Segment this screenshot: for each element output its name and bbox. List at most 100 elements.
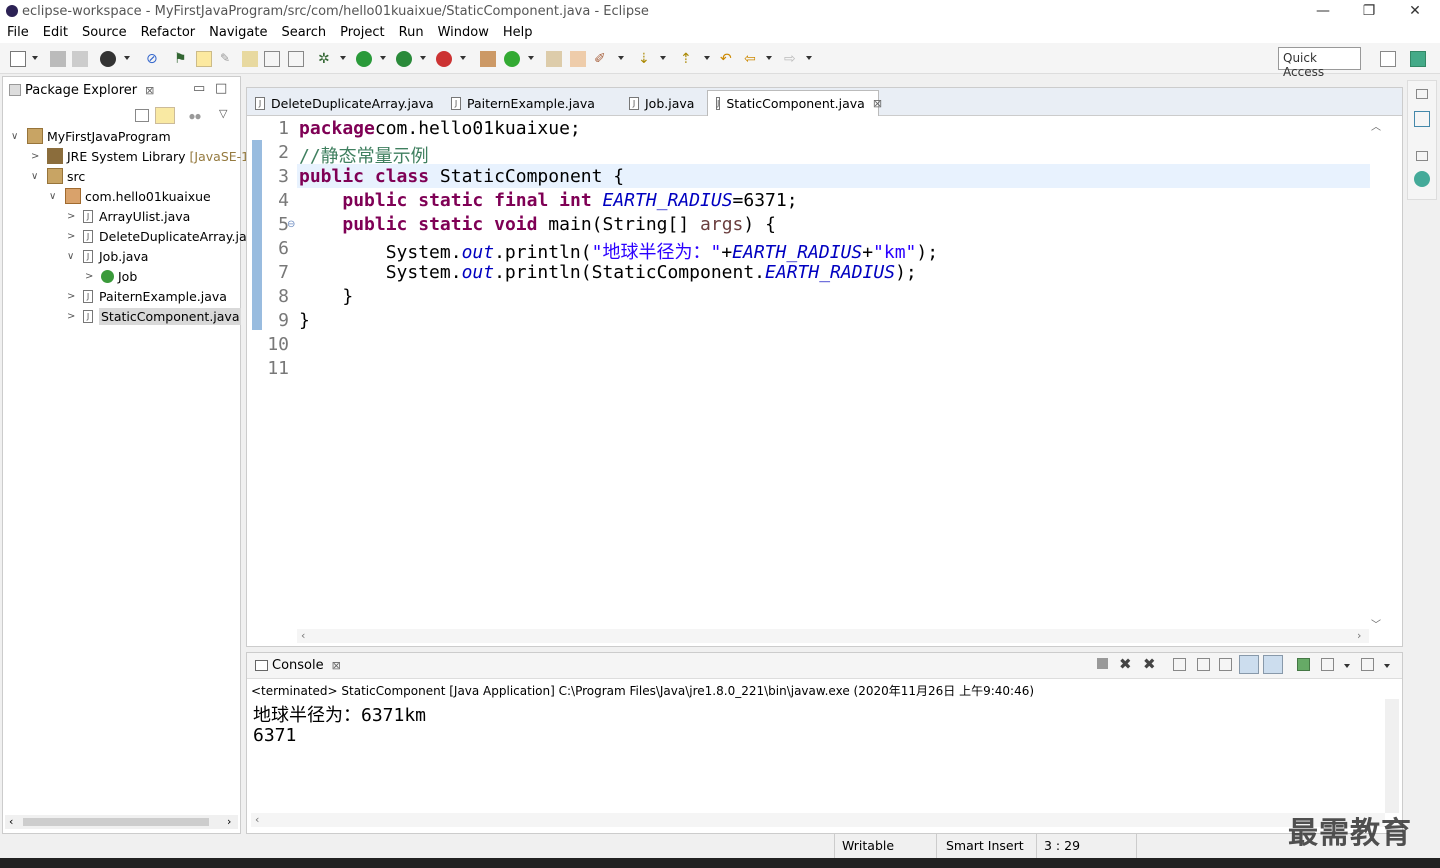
- chevron-down-icon[interactable]: [1384, 664, 1390, 668]
- search-icon[interactable]: ✐: [594, 51, 610, 67]
- scroll-lock-icon[interactable]: [1197, 658, 1210, 671]
- clear-console-icon[interactable]: [1173, 658, 1186, 671]
- show-on-stdout-icon[interactable]: [1239, 655, 1259, 674]
- tab-job[interactable]: J Job.java: [621, 90, 707, 116]
- tree-item-staticcomponent[interactable]: > J StaticComponent.java: [67, 306, 242, 326]
- show-on-stderr-icon[interactable]: [1263, 655, 1283, 674]
- collapse-all-icon[interactable]: [135, 109, 149, 122]
- console-horizontal-scrollbar[interactable]: ‹: [251, 813, 1385, 827]
- chevron-down-icon[interactable]: [340, 56, 346, 60]
- new-icon[interactable]: [10, 51, 26, 67]
- code-line[interactable]: public static void main(String[] args) {: [299, 214, 776, 235]
- minimize-view-icon[interactable]: ▭: [193, 81, 205, 96]
- code-line[interactable]: public static final int EARTH_RADIUS=637…: [299, 190, 797, 211]
- open-perspective-icon[interactable]: [1380, 51, 1396, 67]
- chevron-down-icon[interactable]: [124, 56, 130, 60]
- tree-item-src[interactable]: ∨ src: [31, 166, 85, 186]
- block-select-icon[interactable]: [288, 51, 304, 67]
- console-vertical-scrollbar[interactable]: [1385, 699, 1399, 813]
- chevron-down-icon[interactable]: [1344, 664, 1350, 668]
- view-menu-icon[interactable]: ⦁⦁: [189, 109, 201, 124]
- code-line[interactable]: //静态常量示例: [299, 142, 429, 168]
- menu-help[interactable]: Help: [496, 25, 540, 40]
- vertical-scrollbar[interactable]: ︿ ﹀: [1371, 118, 1385, 631]
- save-icon[interactable]: [50, 51, 66, 67]
- remove-launch-icon[interactable]: ✖: [1119, 655, 1132, 673]
- close-tab-icon[interactable]: ⊠: [873, 97, 882, 110]
- new-package-icon[interactable]: [480, 51, 496, 67]
- chevron-down-icon[interactable]: [380, 56, 386, 60]
- scroll-left-icon[interactable]: ‹: [255, 813, 259, 826]
- restore-button[interactable]: ❐: [1346, 0, 1392, 22]
- word-wrap-icon[interactable]: [1219, 658, 1232, 671]
- code-line[interactable]: }: [299, 286, 353, 307]
- close-view-icon[interactable]: ⊠: [145, 84, 154, 97]
- outline-view-icon[interactable]: [1414, 111, 1430, 127]
- scroll-down-icon[interactable]: ﹀: [1371, 616, 1381, 631]
- menu-navigate[interactable]: Navigate: [202, 25, 274, 40]
- task-icon[interactable]: ⚑: [174, 51, 190, 67]
- minimize-button[interactable]: —: [1300, 0, 1346, 22]
- package-explorer-title[interactable]: Package Explorer: [25, 83, 137, 98]
- tree-item-job-java[interactable]: ∨ J Job.java: [67, 246, 148, 266]
- chevron-down-icon[interactable]: [704, 56, 710, 60]
- chevron-down-icon[interactable]: [618, 56, 624, 60]
- menu-edit[interactable]: Edit: [36, 25, 75, 40]
- skip-breakpoints-icon[interactable]: ⊘: [146, 51, 162, 67]
- menu-refactor[interactable]: Refactor: [134, 25, 203, 40]
- horizontal-scrollbar[interactable]: ‹ ›: [5, 815, 238, 829]
- display-console-icon[interactable]: [1321, 658, 1334, 671]
- quick-access-input[interactable]: Quick Access: [1278, 47, 1361, 79]
- tree-item-arrayulist[interactable]: > J ArrayUlist.java: [67, 206, 190, 226]
- tree-item-job-class[interactable]: > Job: [85, 266, 137, 286]
- scroll-up-icon[interactable]: ︿: [1371, 118, 1381, 133]
- chevron-down-icon[interactable]: [766, 56, 772, 60]
- tree-item-paiternexample[interactable]: > J PaiternExample.java: [67, 286, 227, 306]
- chevron-down-icon[interactable]: [806, 56, 812, 60]
- editor-horizontal-scrollbar[interactable]: ‹ ›: [297, 629, 1369, 643]
- close-view-icon[interactable]: ⊠: [332, 659, 341, 672]
- maximize-view-icon[interactable]: □: [215, 81, 227, 96]
- tab-paiternexample[interactable]: J PaiternExample.java: [443, 90, 621, 116]
- fold-collapse-icon[interactable]: ⊖: [287, 219, 295, 230]
- chevron-down-icon[interactable]: [32, 56, 38, 60]
- menu-search[interactable]: Search: [274, 25, 333, 40]
- scroll-left-icon[interactable]: ‹: [301, 629, 305, 642]
- run-icon[interactable]: [356, 51, 372, 67]
- menu-source[interactable]: Source: [75, 25, 134, 40]
- menu-window[interactable]: Window: [431, 25, 496, 40]
- code-line[interactable]: System.out.println(StaticComponent.EARTH…: [299, 262, 917, 283]
- open-type-icon[interactable]: [242, 51, 258, 67]
- remove-all-icon[interactable]: ✖: [1143, 655, 1156, 673]
- chevron-down-icon[interactable]: [528, 56, 534, 60]
- chevron-down-icon[interactable]: [420, 56, 426, 60]
- task-list-icon[interactable]: [1414, 171, 1430, 187]
- prev-annotation-icon[interactable]: ⇡: [680, 51, 696, 67]
- tree-item-package[interactable]: ∨ com.hello01kuaixue: [49, 186, 211, 206]
- forward-icon[interactable]: ⇨: [784, 51, 800, 67]
- external-tools-icon[interactable]: [436, 51, 452, 67]
- restore-view-icon[interactable]: [1416, 89, 1428, 99]
- annotation-icon[interactable]: ✎: [220, 51, 236, 67]
- code-line[interactable]: packagecom.hello01kuaixue;: [299, 118, 581, 139]
- open-resource-icon[interactable]: [570, 51, 586, 67]
- show-whitespace-icon[interactable]: [264, 51, 280, 67]
- back-icon[interactable]: ⇦: [744, 51, 760, 67]
- new-class-icon[interactable]: [504, 51, 520, 67]
- menu-project[interactable]: Project: [333, 25, 391, 40]
- java-perspective-icon[interactable]: [1410, 51, 1426, 67]
- tab-staticcomponent[interactable]: J StaticComponent.java ⊠: [707, 90, 882, 116]
- code-line[interactable]: }: [299, 310, 310, 331]
- debug-icon[interactable]: ✲: [318, 51, 334, 67]
- console-title[interactable]: Console: [272, 658, 324, 673]
- next-annotation-icon[interactable]: ⇣: [638, 51, 654, 67]
- close-button[interactable]: ✕: [1392, 0, 1438, 22]
- save-all-icon[interactable]: [72, 51, 88, 67]
- tree-item-deleteduplicate[interactable]: > J DeleteDuplicateArray.ja: [67, 226, 247, 246]
- code-line[interactable]: public class StaticComponent {: [299, 166, 624, 187]
- view-menu-chevron-icon[interactable]: ▽: [219, 107, 227, 120]
- tree-item-project[interactable]: ∨ MyFirstJavaProgram: [11, 126, 171, 146]
- link-editor-icon[interactable]: [155, 107, 175, 124]
- open-console-icon[interactable]: [1361, 658, 1374, 671]
- scroll-thumb[interactable]: [23, 818, 209, 826]
